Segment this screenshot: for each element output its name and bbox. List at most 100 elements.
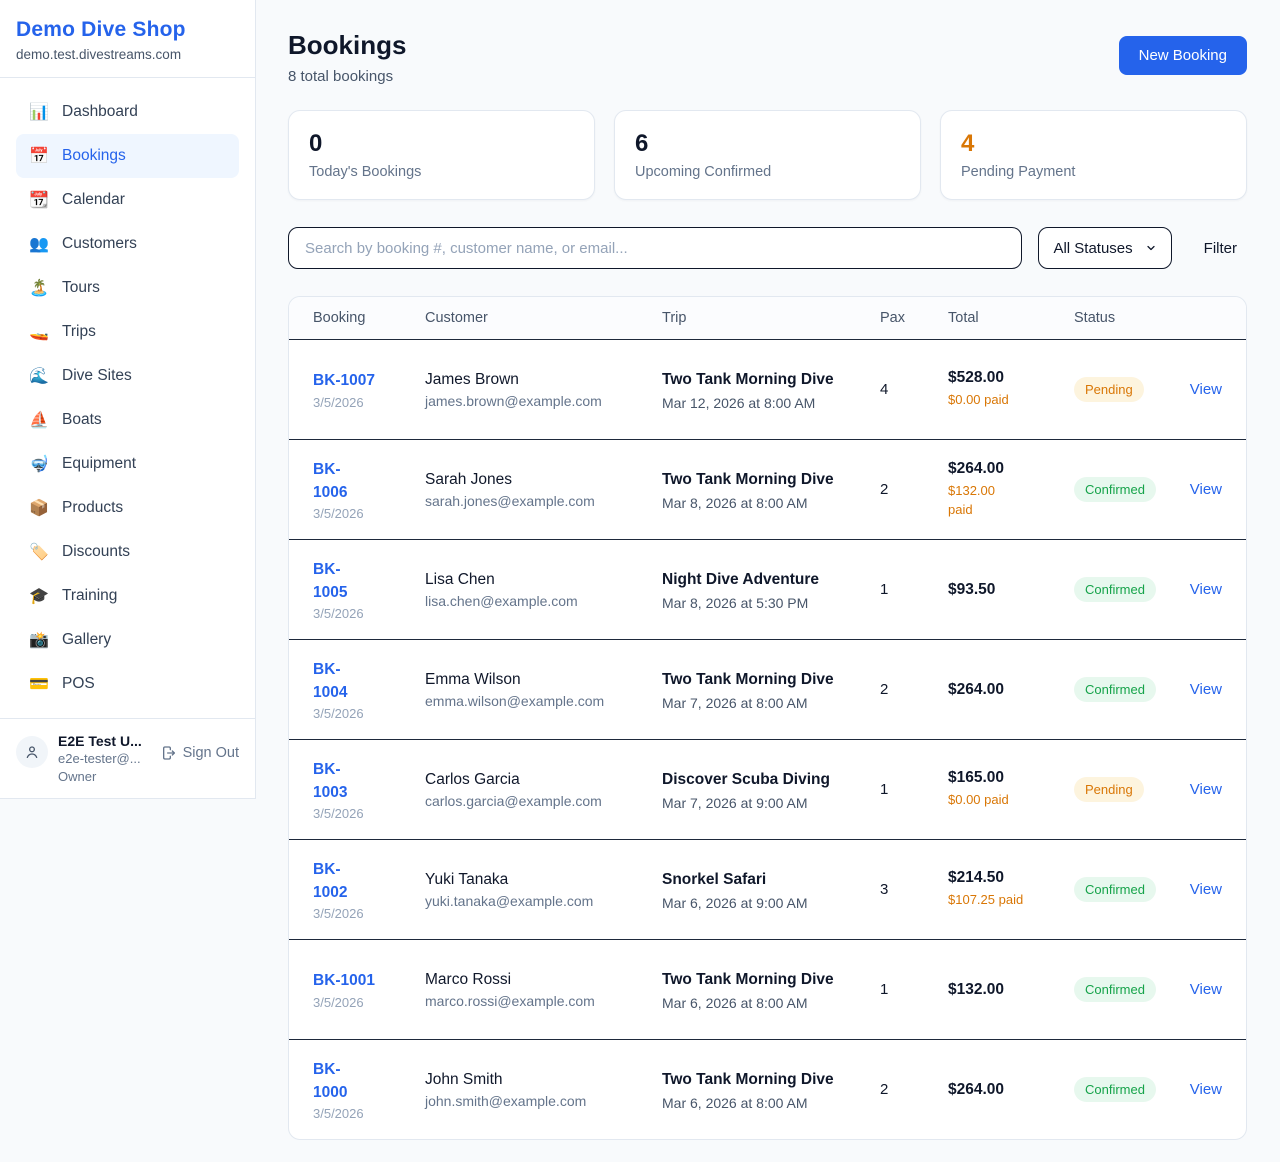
camera-icon: 📸 bbox=[29, 630, 49, 650]
status-badge: Confirmed bbox=[1074, 577, 1156, 602]
booking-id-link[interactable]: BK-1001 bbox=[313, 969, 375, 992]
sidebar-item-label: Bookings bbox=[62, 147, 126, 165]
sidebar-item-discounts[interactable]: 🏷️ Discounts bbox=[16, 530, 239, 574]
sidebar-item-products[interactable]: 📦 Products bbox=[16, 486, 239, 530]
view-link[interactable]: View bbox=[1190, 581, 1222, 598]
sidebar-item-gallery[interactable]: 📸 Gallery bbox=[16, 618, 239, 662]
column-header-customer: Customer bbox=[425, 310, 662, 326]
trip-cell: Two Tank Morning Dive Mar 12, 2026 at 8:… bbox=[662, 368, 880, 411]
booking-id-link[interactable]: BK-1003 bbox=[313, 758, 361, 805]
total-amount: $214.50 bbox=[948, 869, 1060, 887]
sign-out-button[interactable]: Sign Out bbox=[161, 745, 239, 761]
sidebar-item-dashboard[interactable]: 📊 Dashboard bbox=[16, 90, 239, 134]
view-link[interactable]: View bbox=[1190, 481, 1222, 498]
tag-icon: 🏷️ bbox=[29, 542, 49, 562]
status-cell: Confirmed bbox=[1074, 577, 1184, 602]
stat-pending-payment: 4 Pending Payment bbox=[940, 110, 1247, 200]
trip-name: Night Dive Adventure bbox=[662, 568, 866, 592]
booking-date: 3/5/2026 bbox=[313, 906, 411, 921]
total-cell: $93.50 bbox=[948, 581, 1074, 599]
sidebar-item-equipment[interactable]: 🤿 Equipment bbox=[16, 442, 239, 486]
booking-cell: BK-1005 3/5/2026 bbox=[313, 558, 425, 622]
view-link[interactable]: View bbox=[1190, 881, 1222, 898]
total-cell: $165.00 $0.00 paid bbox=[948, 769, 1074, 810]
view-link[interactable]: View bbox=[1190, 981, 1222, 998]
pax-value: 2 bbox=[880, 481, 948, 498]
trip-name: Two Tank Morning Dive bbox=[662, 368, 866, 392]
customer-cell: Marco Rossi marco.rossi@example.com bbox=[425, 971, 662, 1009]
booking-cell: BK-1004 3/5/2026 bbox=[313, 658, 425, 722]
sidebar-item-label: Boats bbox=[62, 411, 102, 429]
filter-button[interactable]: Filter bbox=[1194, 232, 1247, 265]
sidebar-item-tours[interactable]: 🏝️ Tours bbox=[16, 266, 239, 310]
bookings-table: Booking Customer Trip Pax Total Status B… bbox=[288, 296, 1247, 1140]
sidebar-item-dive-sites[interactable]: 🌊 Dive Sites bbox=[16, 354, 239, 398]
sidebar-item-label: Gallery bbox=[62, 631, 111, 649]
shop-domain: demo.test.divestreams.com bbox=[16, 47, 239, 62]
main-content: Bookings 8 total bookings New Booking 0 … bbox=[256, 0, 1280, 1140]
tear-off-calendar-icon: 📆 bbox=[29, 190, 49, 210]
trip-datetime: Mar 6, 2026 at 8:00 AM bbox=[662, 995, 866, 1011]
view-link[interactable]: View bbox=[1190, 381, 1222, 398]
booking-cell: BK-1001 3/5/2026 bbox=[313, 969, 425, 1009]
graduation-cap-icon: 🎓 bbox=[29, 586, 49, 606]
customer-email: emma.wilson@example.com bbox=[425, 693, 648, 709]
sidebar-item-pos[interactable]: 💳 POS bbox=[16, 662, 239, 706]
trip-datetime: Mar 6, 2026 at 9:00 AM bbox=[662, 895, 866, 911]
shop-name: Demo Dive Shop bbox=[16, 18, 239, 42]
table-row: BK-1005 3/5/2026 Lisa Chen lisa.chen@exa… bbox=[289, 539, 1246, 639]
booking-id-link[interactable]: BK-1005 bbox=[313, 558, 361, 605]
column-header-trip: Trip bbox=[662, 310, 880, 326]
pax-value: 1 bbox=[880, 581, 948, 598]
view-link[interactable]: View bbox=[1190, 781, 1222, 798]
people-icon: 👥 bbox=[29, 234, 49, 254]
trip-datetime: Mar 7, 2026 at 9:00 AM bbox=[662, 795, 866, 811]
booking-id-link[interactable]: BK-1000 bbox=[313, 1058, 361, 1105]
sidebar-nav: 📊 Dashboard 📅 Bookings 📆 Calendar 👥 Cust… bbox=[0, 78, 255, 718]
sidebar-item-label: Products bbox=[62, 499, 123, 517]
status-filter-select[interactable]: All Statuses bbox=[1038, 227, 1171, 269]
table-header: Booking Customer Trip Pax Total Status bbox=[289, 297, 1246, 339]
status-badge: Pending bbox=[1074, 377, 1144, 402]
pax-value: 3 bbox=[880, 881, 948, 898]
trip-name: Snorkel Safari bbox=[662, 868, 866, 892]
search-input[interactable] bbox=[288, 227, 1022, 269]
customer-email: yuki.tanaka@example.com bbox=[425, 893, 648, 909]
customer-name: James Brown bbox=[425, 371, 648, 389]
booking-id-link[interactable]: BK-1004 bbox=[313, 658, 361, 705]
paid-amount: $0.00 paid bbox=[948, 391, 1009, 410]
sidebar-item-bookings[interactable]: 📅 Bookings bbox=[16, 134, 239, 178]
booking-date: 3/5/2026 bbox=[313, 706, 411, 721]
view-link[interactable]: View bbox=[1190, 681, 1222, 698]
logout-icon bbox=[161, 745, 177, 761]
diving-mask-icon: 🤿 bbox=[29, 454, 49, 474]
customer-name: Yuki Tanaka bbox=[425, 871, 648, 889]
sidebar-item-training[interactable]: 🎓 Training bbox=[16, 574, 239, 618]
sidebar-item-label: Tours bbox=[62, 279, 100, 297]
new-booking-button[interactable]: New Booking bbox=[1119, 36, 1247, 75]
pax-value: 1 bbox=[880, 781, 948, 798]
view-link[interactable]: View bbox=[1190, 1081, 1222, 1098]
sidebar-item-customers[interactable]: 👥 Customers bbox=[16, 222, 239, 266]
booking-id-link[interactable]: BK-1007 bbox=[313, 369, 375, 392]
customer-cell: Lisa Chen lisa.chen@example.com bbox=[425, 571, 662, 609]
customer-email: sarah.jones@example.com bbox=[425, 493, 648, 509]
total-cell: $132.00 bbox=[948, 981, 1074, 999]
trip-cell: Night Dive Adventure Mar 8, 2026 at 5:30… bbox=[662, 568, 880, 611]
filter-bar: All Statuses Filter bbox=[288, 227, 1247, 269]
status-badge: Confirmed bbox=[1074, 677, 1156, 702]
pax-value: 4 bbox=[880, 381, 948, 398]
status-cell: Pending bbox=[1074, 377, 1184, 402]
column-header-status: Status bbox=[1074, 310, 1184, 326]
customer-cell: Emma Wilson emma.wilson@example.com bbox=[425, 671, 662, 709]
stat-value: 4 bbox=[961, 130, 1226, 158]
booking-id-link[interactable]: BK-1002 bbox=[313, 858, 361, 905]
sidebar-item-boats[interactable]: ⛵ Boats bbox=[16, 398, 239, 442]
trip-datetime: Mar 7, 2026 at 8:00 AM bbox=[662, 695, 866, 711]
sidebar-item-trips[interactable]: 🚤 Trips bbox=[16, 310, 239, 354]
sign-out-label: Sign Out bbox=[183, 745, 239, 761]
sidebar-item-calendar[interactable]: 📆 Calendar bbox=[16, 178, 239, 222]
booking-id-link[interactable]: BK-1006 bbox=[313, 458, 361, 505]
package-icon: 📦 bbox=[29, 498, 49, 518]
paid-amount: $107.25 paid bbox=[948, 891, 1023, 910]
